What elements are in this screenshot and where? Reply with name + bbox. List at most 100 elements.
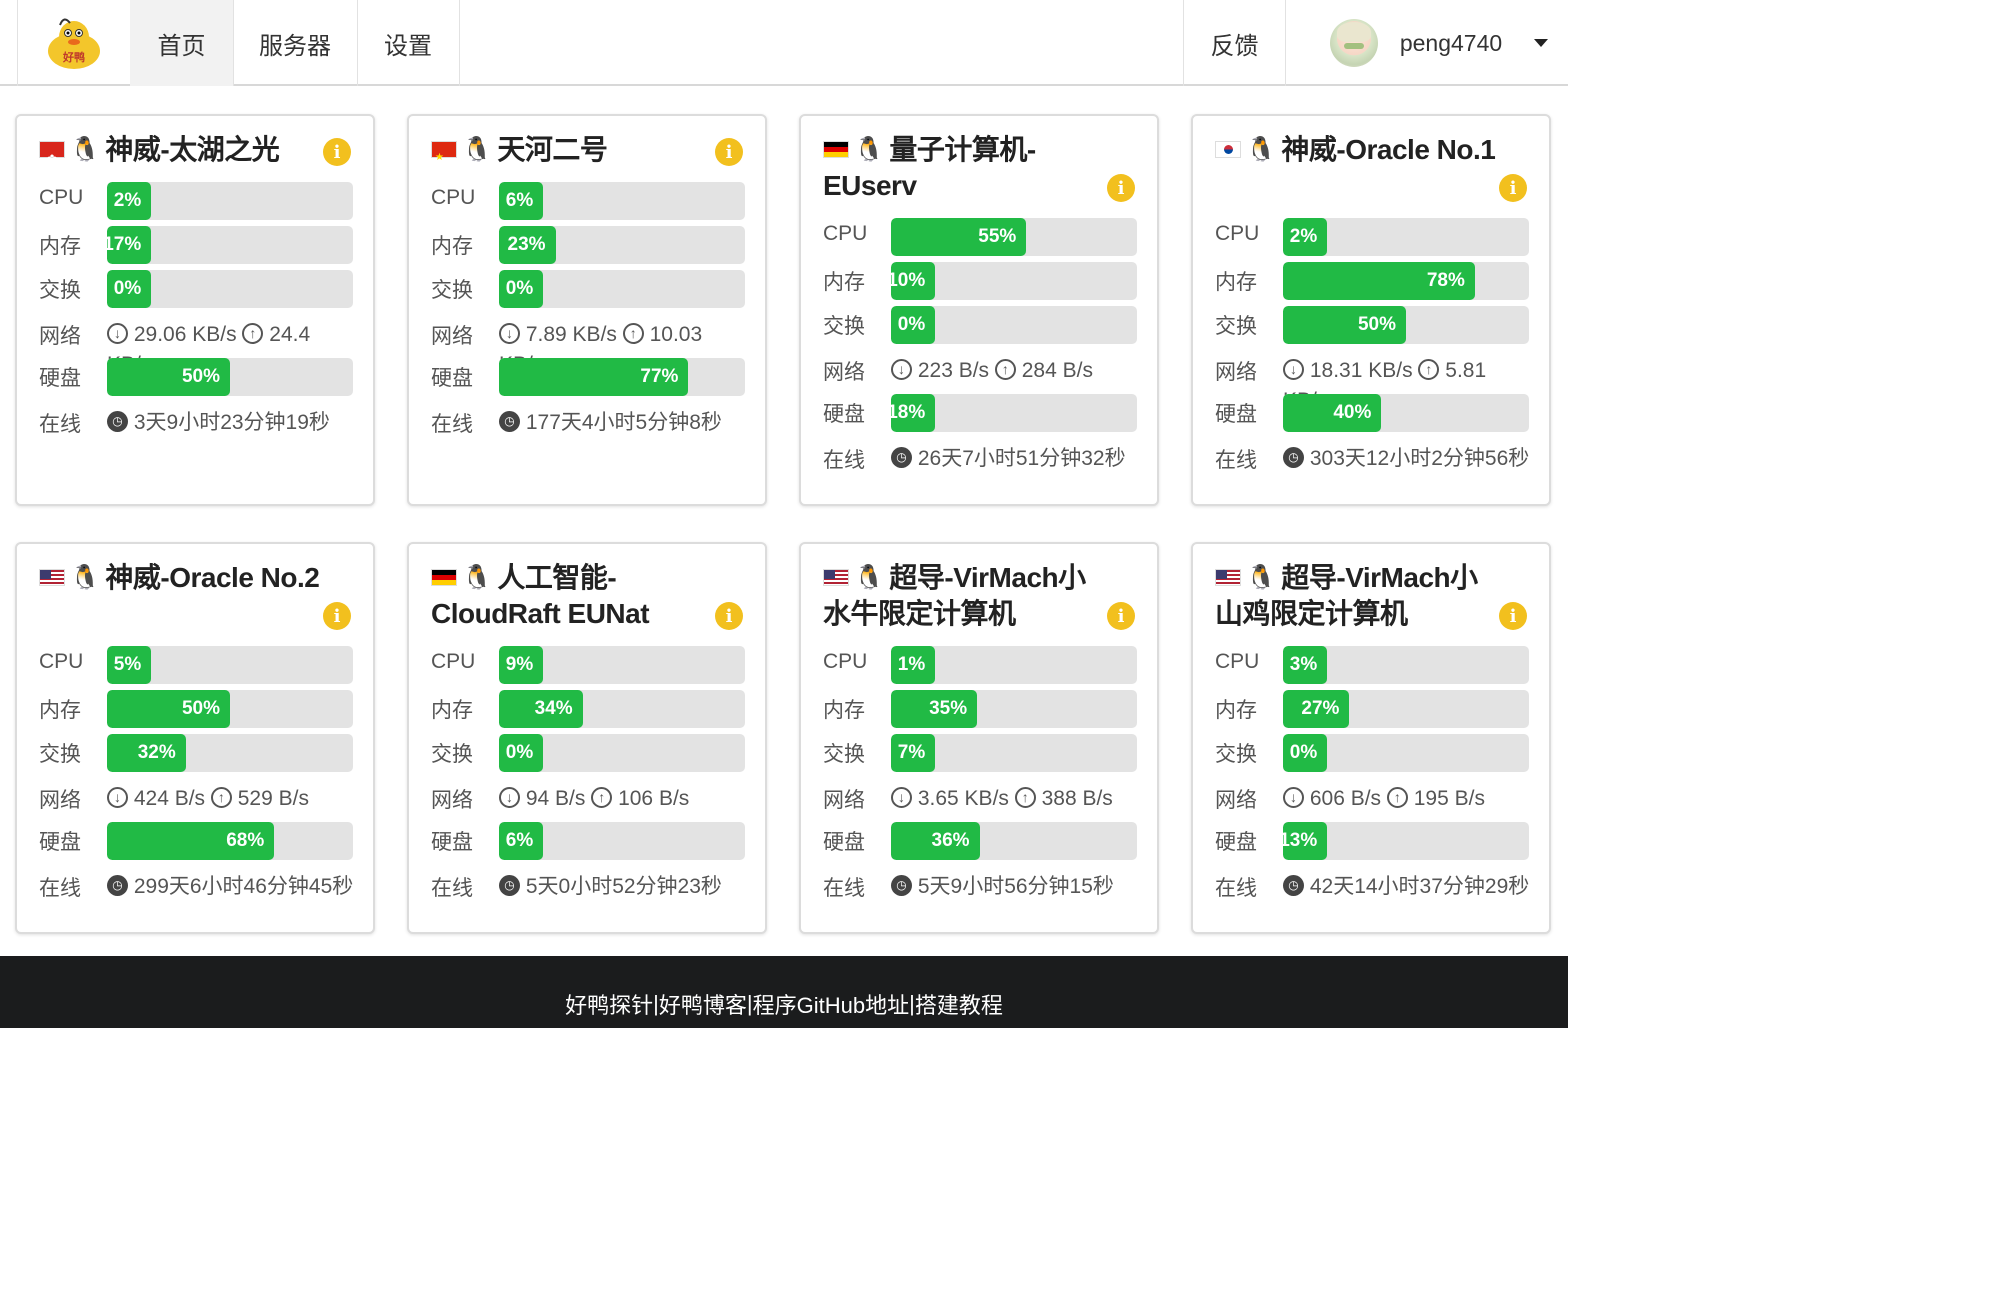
mem-label: 内存 — [431, 699, 473, 722]
mem-row: 内存 27% — [1215, 690, 1535, 730]
disk-progress-fill: 50% — [107, 358, 230, 396]
net-value: ↓ 94 B/s ↑ 106 B/s — [499, 784, 749, 814]
server-card[interactable]: 🐧天河二号iCPU6%内存23%交换0%网络↓ 7.89 KB/s ↑ 10.0… — [407, 114, 767, 506]
swap-progress-fill: 0% — [499, 270, 544, 308]
server-card[interactable]: 🐧 神威-Oracle No.1 i CPU 2% 内存 78% 交换 50% 网络 ↓ 18.31… — [1191, 114, 1551, 506]
cpu-row: CPU 1% — [823, 646, 1143, 686]
disk-progress-bar: 68% — [107, 822, 353, 860]
cpu-row: CPU 2% — [39, 182, 359, 222]
user-dropdown[interactable]: peng4740 — [1285, 0, 1568, 86]
server-card[interactable]: 🐧 人工智能-CloudRaft EUNat i CPU 9% 内存 34% 交换 0% 网络 ↓ … — [407, 542, 767, 934]
server-card[interactable]: 🐧 神威-Oracle No.2 i CPU 5% 内存 50% 交换 32% 网络 ↓ 424 B… — [15, 542, 375, 934]
cpu-progress-bar: 2% — [107, 182, 353, 220]
net-down: 7.89 KB/s — [525, 323, 617, 346]
swap-row: 交换 0% — [823, 306, 1143, 346]
footer-link-probe[interactable]: 好鸭探针 — [565, 988, 653, 1020]
server-card[interactable]: 🐧 超导-VirMach小山鸡限定计算机 i CPU 3% 内存 27% 交换 0% 网络 ↓ 60… — [1191, 542, 1551, 934]
swap-row: 交换 0% — [39, 270, 359, 310]
net-up: 388 B/s — [1041, 787, 1113, 810]
mem-progress-bar: 17% — [107, 226, 353, 264]
upload-icon: ↑ — [242, 322, 264, 344]
disk-label: 硬盘 — [823, 403, 865, 426]
disk-row: 硬盘 68% — [39, 822, 359, 862]
server-title: 🐧 神威-Oracle No.2 — [39, 560, 324, 596]
disk-progress-fill: 77% — [499, 358, 689, 396]
info-icon[interactable]: i — [1499, 602, 1527, 630]
disk-label: 硬盘 — [431, 367, 473, 390]
uptime-value: ◷ 5天9小时56分钟15秒 — [891, 872, 1141, 902]
uptime-row: 在线 ◷ 3天9小时23分钟19秒 — [39, 404, 359, 444]
info-icon[interactable]: i — [323, 138, 351, 166]
upload-icon: ↑ — [1386, 786, 1408, 808]
net-down: 18.31 KB/s — [1309, 359, 1413, 382]
swap-percent: 0% — [897, 314, 926, 335]
top-navbar: 好鸭 首页 服务器 设置 反馈 peng4740 — [0, 0, 1568, 86]
server-name: 神威-Oracle No.2 — [105, 562, 320, 593]
logo[interactable]: 好鸭 — [17, 0, 130, 86]
disk-percent: 6% — [505, 830, 534, 851]
footer: 好鸭探针 | 好鸭博客 | 程序GitHub地址 | 搭建教程 — [0, 956, 1568, 1028]
swap-progress-bar: 0% — [891, 306, 1137, 344]
info-icon[interactable]: i — [1107, 602, 1135, 630]
mem-percent: 35% — [929, 698, 968, 719]
uptime-row: 在线 ◷ 299天6小时46分钟45秒 — [39, 868, 359, 908]
mem-row: 内存 10% — [823, 262, 1143, 302]
swap-row: 交换 0% — [431, 734, 751, 774]
server-card[interactable]: 🐧 量子计算机-EUserv i CPU 55% 内存 10% 交换 0% 网络 ↓ 223 B/s… — [799, 114, 1159, 506]
net-down: 29.06 KB/s — [133, 323, 237, 346]
feedback-link[interactable]: 反馈 — [1184, 0, 1285, 86]
net-down: 606 B/s — [1309, 787, 1382, 810]
mem-row: 内存 34% — [431, 690, 751, 730]
cpu-progress-bar: 9% — [499, 646, 745, 684]
swap-row: 交换 32% — [39, 734, 359, 774]
mem-row: 内存 78% — [1215, 262, 1535, 302]
disk-row: 硬盘 18% — [823, 394, 1143, 434]
cpu-row: CPU 6% — [431, 182, 751, 222]
server-title: 🐧 神威-Oracle No.1 — [1215, 132, 1500, 168]
server-card[interactable]: 🐧神威-太湖之光iCPU2%内存17%交换0%网络↓ 29.06 KB/s ↑ … — [15, 114, 375, 506]
disk-progress-fill: 36% — [891, 822, 980, 860]
server-card[interactable]: 🐧 超导-VirMach小水牛限定计算机 i CPU 1% 内存 35% 交换 7% 网络 ↓ 3.… — [799, 542, 1159, 934]
mem-progress-fill: 17% — [107, 226, 152, 264]
info-icon[interactable]: i — [715, 138, 743, 166]
swap-progress-fill: 7% — [891, 734, 936, 772]
clock-icon: ◷ — [1283, 446, 1304, 468]
disk-progress-bar: 77% — [499, 358, 745, 396]
net-label: 网络 — [431, 325, 473, 348]
footer-link-github[interactable]: 程序GitHub地址 — [753, 988, 909, 1020]
cpu-percent: 5% — [113, 654, 142, 675]
server-title: 🐧神威-太湖之光 — [39, 132, 324, 177]
linux-penguin-icon: 🐧 — [1246, 563, 1276, 591]
tab-settings[interactable]: 设置 — [357, 0, 459, 86]
footer-link-blog[interactable]: 好鸭博客 — [659, 988, 747, 1020]
net-up: 284 B/s — [1021, 359, 1093, 382]
mem-progress-fill: 10% — [891, 262, 936, 300]
mem-percent: 34% — [534, 698, 573, 719]
uptime-text: 303天12小时2分钟56秒 — [1309, 447, 1530, 470]
disk-percent: 18% — [891, 402, 926, 423]
cpu-label: CPU — [1215, 222, 1260, 245]
mem-percent: 17% — [107, 234, 142, 255]
server-name: 天河二号 — [497, 134, 608, 165]
uptime-row: 在线 ◷ 177天4小时5分钟8秒 — [431, 404, 751, 444]
download-icon: ↓ — [1283, 358, 1304, 380]
info-icon[interactable]: i — [1107, 174, 1135, 202]
swap-label: 交换 — [1215, 315, 1257, 338]
linux-penguin-icon: 🐧 — [70, 135, 100, 163]
info-icon[interactable]: i — [715, 602, 743, 630]
net-label: 网络 — [1215, 789, 1257, 812]
tab-servers[interactable]: 服务器 — [233, 0, 357, 86]
disk-percent: 77% — [640, 366, 679, 387]
uptime-label: 在线 — [39, 413, 81, 436]
tab-home[interactable]: 首页 — [130, 0, 233, 86]
uptime-row: 在线 ◷ 303天12小时2分钟56秒 — [1215, 440, 1535, 480]
uptime-label: 在线 — [431, 877, 473, 900]
cpu-percent: 9% — [505, 654, 534, 675]
clock-icon: ◷ — [891, 446, 912, 468]
info-icon[interactable]: i — [323, 602, 351, 630]
footer-link-tutorial[interactable]: 搭建教程 — [915, 988, 1003, 1020]
mem-row: 内存 17% — [39, 226, 359, 266]
disk-progress-bar: 40% — [1283, 394, 1529, 432]
mem-label: 内存 — [823, 699, 865, 722]
info-icon[interactable]: i — [1499, 174, 1527, 202]
